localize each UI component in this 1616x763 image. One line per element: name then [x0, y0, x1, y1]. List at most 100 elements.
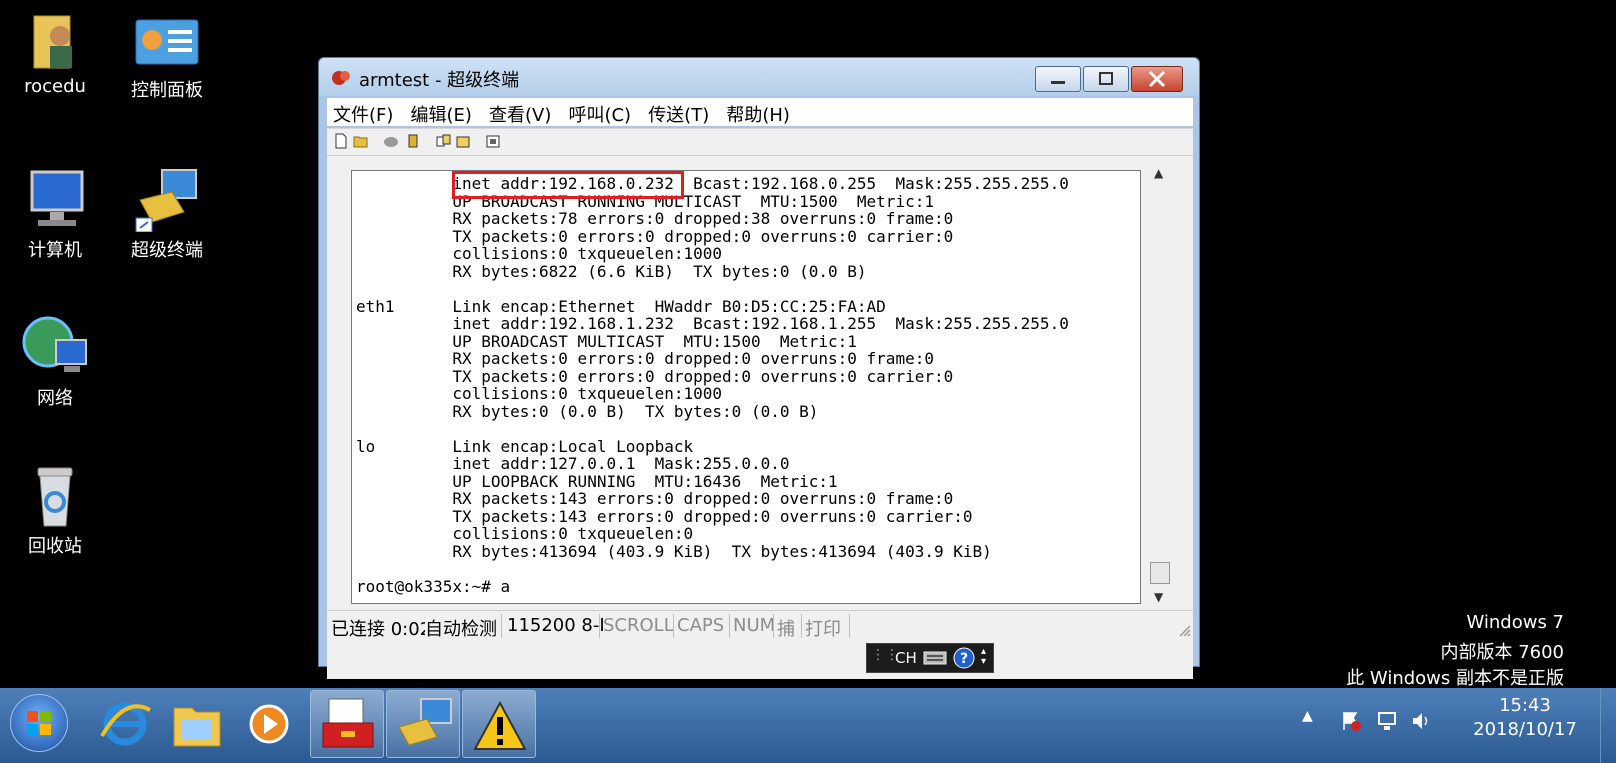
file-explorer-icon	[173, 707, 221, 747]
control-panel-icon	[132, 6, 202, 72]
help-icon[interactable]: ?	[953, 647, 975, 669]
new-file-icon[interactable]	[333, 133, 349, 149]
open-folder-icon[interactable]	[353, 133, 369, 149]
toolbar	[327, 128, 1193, 156]
desktop-icon-control-panel[interactable]: 控制面板	[112, 6, 222, 102]
call-icon[interactable]	[383, 133, 399, 149]
desktop-icon-label: 网络	[37, 388, 73, 409]
clock[interactable]: 15:43 2018/10/17	[1470, 694, 1580, 742]
terminal-screen[interactable]: inet addr:192.168.0.232 Bcast:192.168.0.…	[351, 170, 1141, 604]
terminal-line: inet addr:192.168.1.232 Bcast:192.168.1.…	[356, 314, 1069, 333]
terminal-line: root@ok335x:~# a	[356, 576, 511, 596]
clock-time: 15:43	[1499, 695, 1551, 716]
start-button[interactable]	[10, 694, 68, 752]
close-button[interactable]	[1131, 66, 1183, 92]
desktop-icon-recycle-bin[interactable]: 回收站	[0, 462, 110, 558]
menu-edit[interactable]: 编辑(E)	[405, 98, 478, 127]
maximize-icon	[1099, 72, 1113, 85]
hyperterminal-icon	[398, 698, 452, 746]
scrollbar-thumb[interactable]	[1150, 562, 1170, 584]
send-file-icon[interactable]	[435, 133, 451, 149]
menu-transfer[interactable]: 传送(T)	[642, 98, 715, 127]
terminal-line: lo Link encap:Local Loopback	[356, 436, 694, 456]
options-arrow-icon[interactable]: ▴ ▾	[981, 647, 986, 667]
terminal-line: RX packets:78 errors:0 dropped:38 overru…	[356, 209, 954, 228]
terminal-line: RX bytes:0 (0.0 B) TX bytes:0 (0.0 B)	[356, 401, 819, 421]
status-baud: 115200 8-I	[507, 615, 603, 636]
watermark-line2: 内部版本 7600	[1440, 642, 1564, 663]
status-print: 打印	[805, 619, 841, 640]
terminal-line: collisions:0 txqueuelen:0	[356, 524, 694, 543]
media-player-icon	[249, 704, 289, 744]
status-bar: 已连接 0:02 自动检测 115200 8-I SCROLL CAPS NUM…	[327, 610, 1193, 641]
scroll-down-arrow-icon[interactable]: ▼	[1154, 590, 1163, 604]
network-tray-icon[interactable]	[1376, 710, 1398, 732]
minimize-button[interactable]	[1035, 66, 1081, 92]
action-center-flag-icon[interactable]	[1340, 710, 1362, 732]
terminal-line: collisions:0 txqueuelen:1000	[356, 384, 723, 403]
recycle-bin-icon	[20, 462, 90, 528]
terminal-line: UP LOOPBACK RUNNING MTU:16436 Metric:1	[356, 471, 838, 491]
window-title: armtest - 超级终端	[359, 70, 520, 91]
taskbar-toolbox[interactable]	[310, 690, 384, 758]
desktop-icon-network[interactable]: 网络	[0, 314, 110, 410]
desktop-icon-hyperterminal[interactable]: 超级终端	[112, 166, 222, 262]
terminal-line: RX bytes:413694 (403.9 KiB) TX bytes:413…	[356, 541, 992, 561]
desktop-icon-label: rocedu	[24, 76, 86, 97]
hyperterminal-window: armtest - 超级终端 文件(F) 编辑(E) 查看(V) 呼叫(C) 传…	[318, 57, 1200, 679]
minimize-icon	[1051, 81, 1065, 84]
terminal-line: RX packets:0 errors:0 dropped:0 overruns…	[356, 349, 934, 368]
watermark-line1: Windows 7	[1466, 612, 1564, 633]
taskbar-hyperterminal[interactable]	[386, 690, 460, 758]
receive-file-icon[interactable]	[455, 133, 471, 149]
taskbar: ▲ 15:43 2018/10/17	[0, 688, 1616, 763]
terminal-line: RX bytes:6822 (6.6 KiB) TX bytes:0 (0.0 …	[356, 261, 867, 281]
app-icon	[332, 71, 350, 85]
desktop-icon-computer[interactable]: 计算机	[0, 166, 110, 262]
warning-icon	[473, 700, 527, 750]
close-icon	[1148, 70, 1166, 88]
terminal-line: UP BROADCAST MULTICAST MTU:1500 Metric:1	[356, 331, 857, 351]
terminal-line: eth1 Link encap:Ethernet HWaddr B0:D5:CC…	[356, 296, 886, 316]
clock-date: 2018/10/17	[1473, 719, 1577, 740]
taskbar-file-explorer[interactable]	[160, 690, 234, 758]
vertical-scrollbar[interactable]: ▲ ▼	[1149, 164, 1171, 608]
desktop-icon-label: 回收站	[28, 536, 82, 557]
menu-call[interactable]: 呼叫(C)	[562, 98, 637, 127]
status-detect: 自动检测	[425, 619, 497, 640]
taskbar-media-player[interactable]	[232, 690, 306, 758]
show-hidden-icons-icon[interactable]: ▲	[1302, 708, 1313, 724]
menu-file[interactable]: 文件(F)	[327, 98, 399, 127]
disconnect-icon[interactable]	[405, 133, 421, 149]
terminal-line: TX packets:143 errors:0 dropped:0 overru…	[356, 506, 973, 526]
terminal-line: inet addr:127.0.0.1 Mask:255.0.0.0	[356, 454, 790, 473]
scroll-up-arrow-icon[interactable]: ▲	[1154, 166, 1163, 180]
internet-explorer-icon	[100, 702, 151, 746]
maximize-button[interactable]	[1083, 66, 1129, 92]
menu-help[interactable]: 帮助(H)	[720, 98, 796, 127]
language-bar[interactable]: ⋮⋮ CH ? ▴ ▾	[866, 643, 994, 673]
terminal-frame: inet addr:192.168.0.232 Bcast:192.168.0.…	[327, 156, 1193, 679]
resize-grip-icon[interactable]	[1177, 623, 1191, 637]
windows-logo-icon	[27, 711, 51, 735]
show-desktop-button[interactable]	[1600, 688, 1616, 763]
status-capture: 捕	[777, 619, 795, 640]
ip-address-highlight	[452, 171, 684, 199]
menu-view[interactable]: 查看(V)	[483, 98, 557, 127]
desktop-icon-label: 超级终端	[131, 240, 203, 261]
status-scroll: SCROLL	[603, 615, 674, 636]
keyboard-icon[interactable]	[923, 650, 947, 666]
status-num: NUM	[733, 615, 773, 636]
status-connected: 已连接 0:02	[331, 619, 425, 640]
volume-icon[interactable]	[1410, 710, 1432, 732]
terminal-line: RX packets:143 errors:0 dropped:0 overru…	[356, 489, 954, 508]
terminal-line: TX packets:0 errors:0 dropped:0 overruns…	[356, 366, 954, 386]
status-caps: CAPS	[677, 615, 725, 636]
properties-icon[interactable]	[485, 133, 501, 149]
taskbar-warning[interactable]	[462, 690, 536, 758]
taskbar-internet-explorer[interactable]	[88, 690, 162, 758]
title-bar[interactable]: armtest - 超级终端	[319, 58, 1199, 96]
desktop-icon-label: 控制面板	[131, 80, 203, 101]
language-indicator[interactable]: CH	[895, 649, 917, 667]
desktop-icon-rocedu[interactable]: rocedu	[0, 6, 110, 97]
